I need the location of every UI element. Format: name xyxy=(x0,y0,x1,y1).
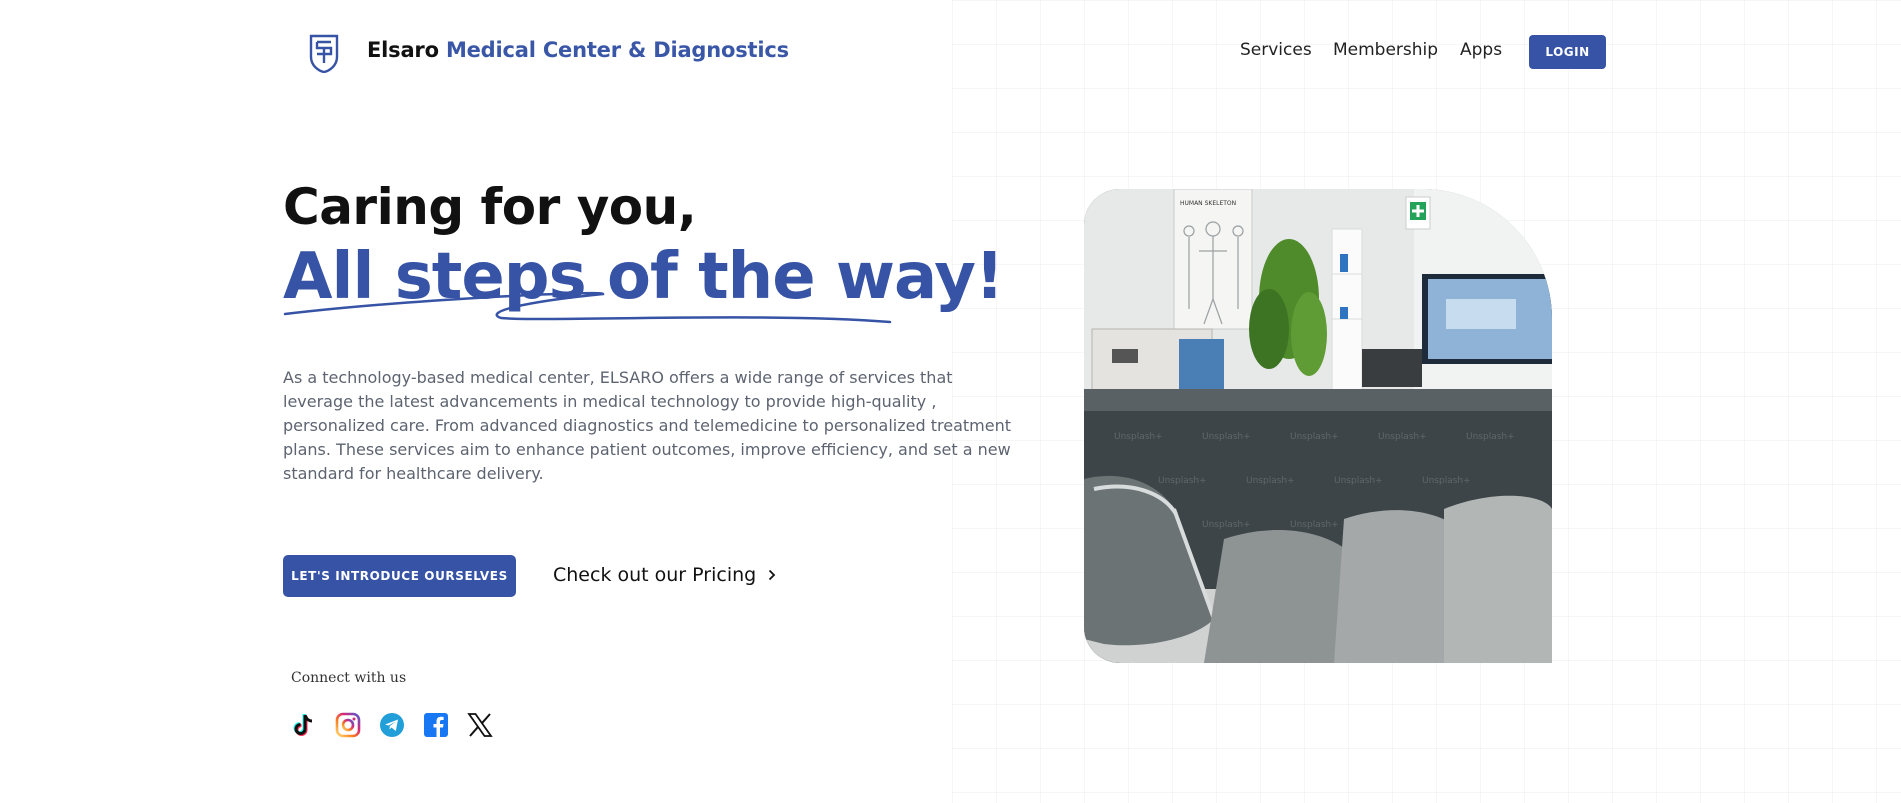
x-icon[interactable] xyxy=(467,712,493,738)
brand-name[interactable]: Elsaro Medical Center & Diagnostics xyxy=(367,38,789,62)
svg-text:Unsplash+: Unsplash+ xyxy=(1466,432,1515,442)
brand-prefix: Elsaro xyxy=(367,38,439,62)
connect-label: Connect with us xyxy=(291,670,407,686)
scribble-underline xyxy=(283,291,892,324)
tiktok-icon[interactable] xyxy=(291,712,317,738)
poster-title: HUMAN SKELETON xyxy=(1180,200,1236,207)
pricing-link-label: Check out our Pricing xyxy=(553,564,757,586)
hero-title-line1: Caring for you, xyxy=(283,178,697,236)
svg-text:Unsplash+: Unsplash+ xyxy=(1202,432,1251,442)
chevron-right-icon xyxy=(769,569,776,581)
shield-monogram-icon[interactable] xyxy=(307,33,341,73)
clinic-waiting-room-photo: HUMAN SKELETON Unsplash+ Unsplash+ Unspl… xyxy=(1084,189,1552,663)
nav-services[interactable]: Services xyxy=(1240,40,1312,60)
facebook-icon[interactable] xyxy=(423,712,449,738)
svg-text:Unsplash+: Unsplash+ xyxy=(1422,476,1471,486)
telegram-icon[interactable] xyxy=(379,712,405,738)
login-button[interactable]: LOGIN xyxy=(1529,35,1606,69)
introduce-ourselves-button[interactable]: LET'S INTRODUCE OURSELVES xyxy=(283,555,516,597)
pricing-link[interactable]: Check out our Pricing xyxy=(553,564,776,586)
nav-apps[interactable]: Apps xyxy=(1460,40,1502,60)
svg-text:Unsplash+: Unsplash+ xyxy=(1246,476,1295,486)
nav-membership[interactable]: Membership xyxy=(1333,40,1438,60)
instagram-icon[interactable] xyxy=(335,712,361,738)
svg-text:Unsplash+: Unsplash+ xyxy=(1334,476,1383,486)
svg-text:Unsplash+: Unsplash+ xyxy=(1378,432,1427,442)
svg-text:Unsplash+: Unsplash+ xyxy=(1290,432,1339,442)
svg-text:Unsplash+: Unsplash+ xyxy=(1158,476,1207,486)
brand-accent: Medical Center & Diagnostics xyxy=(445,38,789,62)
svg-text:Unsplash+: Unsplash+ xyxy=(1290,520,1339,530)
svg-text:Unsplash+: Unsplash+ xyxy=(1114,432,1163,442)
hero-description: As a technology-based medical center, EL… xyxy=(283,368,1011,483)
svg-text:Unsplash+: Unsplash+ xyxy=(1202,520,1251,530)
